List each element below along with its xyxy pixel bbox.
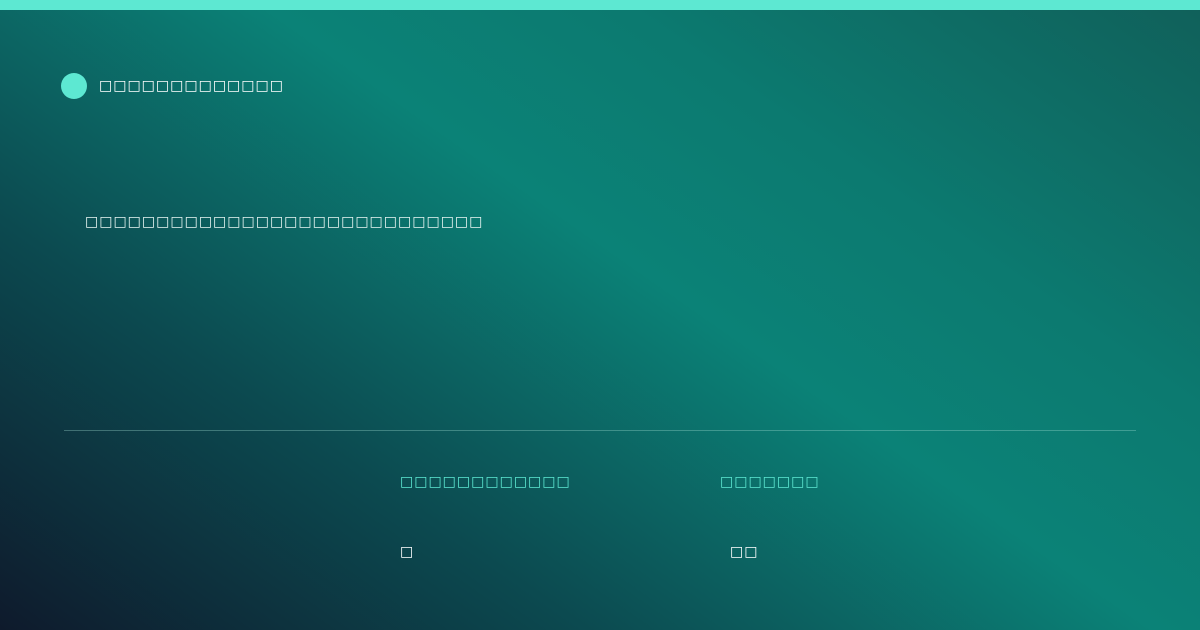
stat-value-2: □□ (730, 544, 759, 560)
brand-logo-icon (61, 73, 87, 99)
stat-label-2: □□□□□□□ (720, 474, 820, 490)
brand-name: □□□□□□□□□□□□□ (99, 78, 284, 94)
brand-header: □□□□□□□□□□□□□ (61, 73, 284, 99)
stat-label-1: □□□□□□□□□□□□ (400, 474, 571, 490)
headline-text: □□□□□□□□□□□□□□□□□□□□□□□□□□□□ (85, 214, 484, 230)
share-card: □□□□□□□□□□□□□ □□□□□□□□□□□□□□□□□□□□□□□□□□… (0, 0, 1200, 630)
accent-top-bar (0, 0, 1200, 10)
divider-line (64, 430, 1136, 431)
stat-value-1: □ (400, 544, 415, 560)
